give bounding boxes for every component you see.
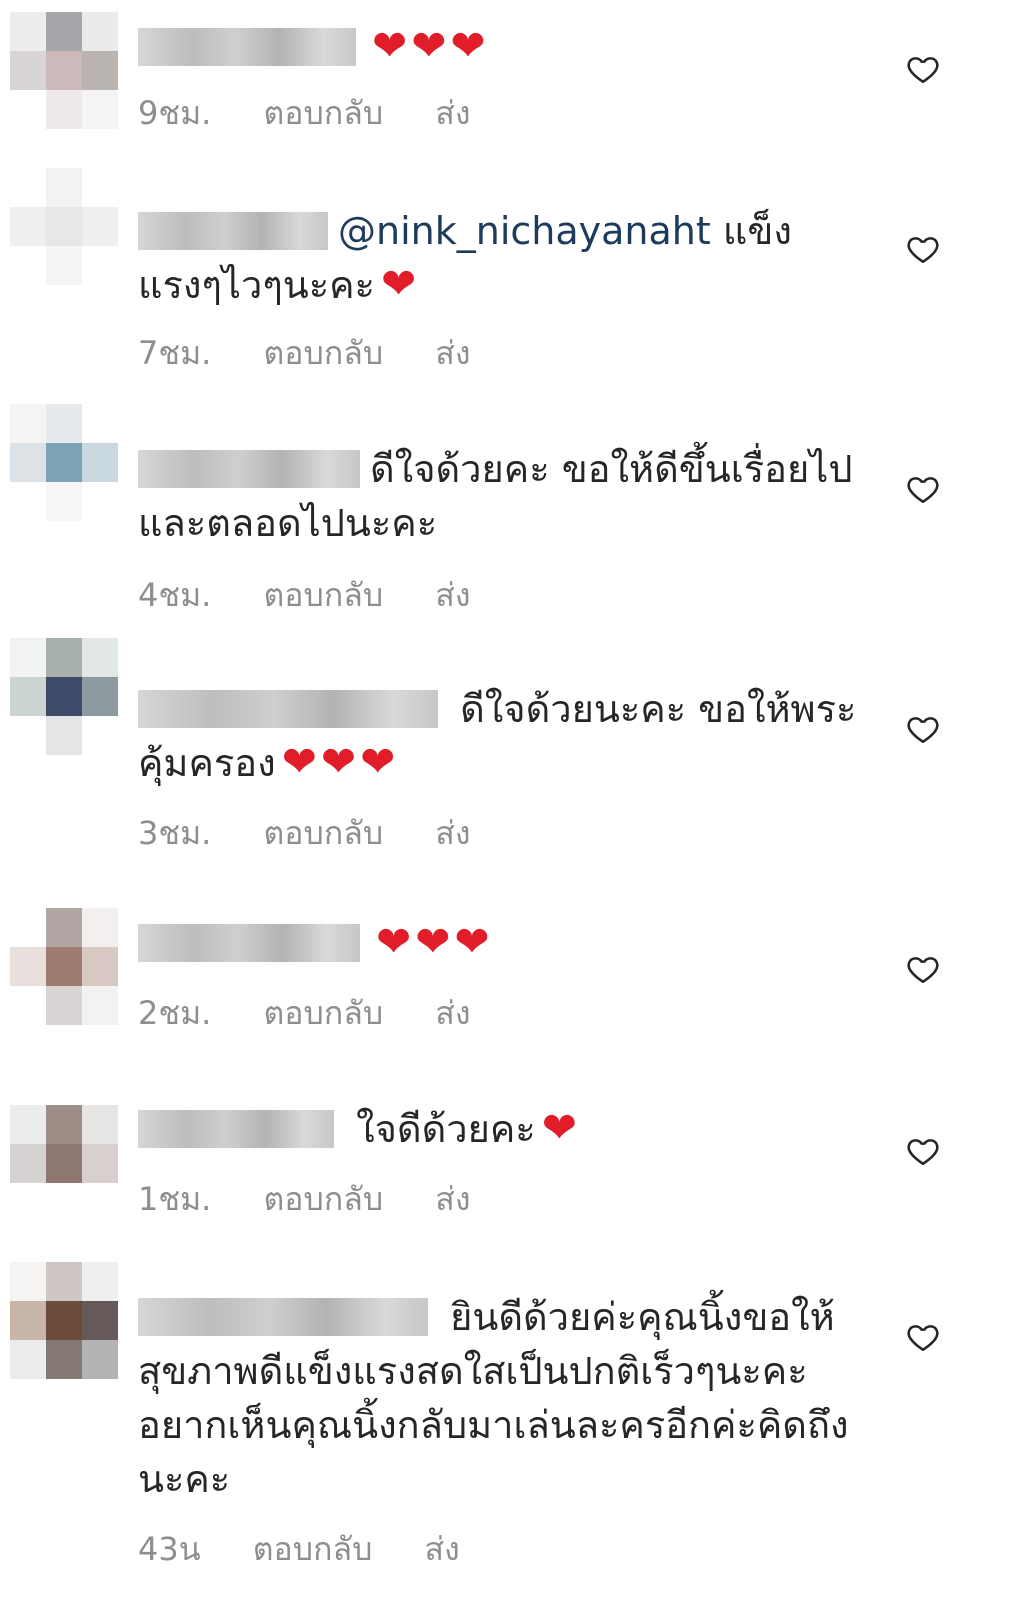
avatar[interactable]: [10, 168, 118, 286]
reply-button[interactable]: ตอบกลับ: [264, 1180, 384, 1218]
reply-button[interactable]: ตอบกลับ: [264, 334, 384, 372]
comment-text: ใจดีด้วยคะ ❤: [138, 1102, 868, 1156]
heart-outline-icon[interactable]: [906, 952, 940, 986]
heart-outline-icon[interactable]: [906, 232, 940, 266]
send-button[interactable]: ส่ง: [435, 814, 470, 852]
comment-meta: 7ชม. ตอบกลับ ส่ง: [138, 328, 512, 379]
heart-emoji: ❤❤❤: [281, 737, 400, 786]
avatar[interactable]: [10, 1262, 118, 1380]
send-button[interactable]: ส่ง: [435, 94, 470, 132]
comment-meta: 43น ตอบกลับ ส่ง: [138, 1524, 502, 1575]
avatar[interactable]: [10, 638, 118, 756]
timestamp: 4ชม.: [138, 576, 212, 614]
timestamp: 9ชม.: [138, 94, 212, 132]
username[interactable]: [138, 690, 438, 728]
heart-outline-icon[interactable]: [906, 472, 940, 506]
comment-text: ยินดีด้วยค่ะคุณนิ้งขอให้สุขภาพดีแข็งแรงส…: [138, 1295, 849, 1501]
comment-text: ดีใจด้วยคะ ขอให้ดีขึ้นเรื่อยไปและตลอดไปน…: [138, 447, 853, 545]
send-button[interactable]: ส่ง: [435, 1180, 470, 1218]
comment-meta: 1ชม. ตอบกลับ ส่ง: [138, 1174, 512, 1225]
reply-button[interactable]: ตอบกลับ: [264, 814, 384, 852]
reply-button[interactable]: ตอบกลับ: [264, 94, 384, 132]
send-button[interactable]: ส่ง: [435, 334, 470, 372]
comment-text: @nink_nichayanaht แข็งแรงๆไวๆนะคะ ❤: [138, 209, 792, 308]
timestamp: 7ชม.: [138, 334, 212, 372]
reply-button[interactable]: ตอบกลับ: [253, 1530, 373, 1568]
username[interactable]: [138, 450, 360, 488]
username[interactable]: [138, 1110, 334, 1148]
send-button[interactable]: ส่ง: [435, 576, 470, 614]
timestamp: 43น: [138, 1530, 201, 1568]
timestamp: 3ชม.: [138, 814, 212, 852]
comment-meta: 9ชม. ตอบกลับ ส่ง: [138, 88, 512, 139]
comment-meta: 3ชม. ตอบกลับ ส่ง: [138, 808, 512, 859]
heart-emoji: ❤❤❤: [372, 21, 490, 70]
avatar[interactable]: [10, 12, 118, 130]
avatar[interactable]: [10, 404, 118, 522]
heart-emoji: ❤: [541, 1103, 581, 1152]
comment-text: ❤❤❤: [138, 916, 868, 970]
avatar[interactable]: [10, 908, 118, 1026]
heart-outline-icon[interactable]: [906, 1320, 940, 1354]
username[interactable]: [138, 924, 360, 962]
send-button[interactable]: ส่ง: [435, 994, 470, 1032]
username[interactable]: [138, 1298, 428, 1336]
send-button[interactable]: ส่ง: [425, 1530, 460, 1568]
heart-emoji: ❤: [380, 259, 421, 308]
heart-outline-icon[interactable]: [906, 1134, 940, 1168]
heart-emoji: ❤❤❤: [376, 917, 494, 966]
username[interactable]: [138, 28, 356, 66]
comment-meta: 2ชม. ตอบกลับ ส่ง: [138, 988, 512, 1039]
timestamp: 1ชม.: [138, 1180, 212, 1218]
heart-outline-icon[interactable]: [906, 52, 940, 86]
reply-button[interactable]: ตอบกลับ: [264, 994, 384, 1032]
timestamp: 2ชม.: [138, 994, 212, 1032]
mention-link[interactable]: @nink_nichayanaht: [338, 209, 711, 253]
comment-text: ❤❤❤: [138, 20, 868, 74]
comment-text: ดีใจด้วยนะคะ ขอให้พระคุ้มครอง ❤❤❤: [138, 687, 857, 786]
heart-outline-icon[interactable]: [906, 712, 940, 746]
comment-meta: 4ชม. ตอบกลับ ส่ง: [138, 570, 512, 621]
reply-button[interactable]: ตอบกลับ: [264, 576, 384, 614]
username[interactable]: [138, 212, 328, 250]
avatar[interactable]: [10, 1066, 118, 1184]
